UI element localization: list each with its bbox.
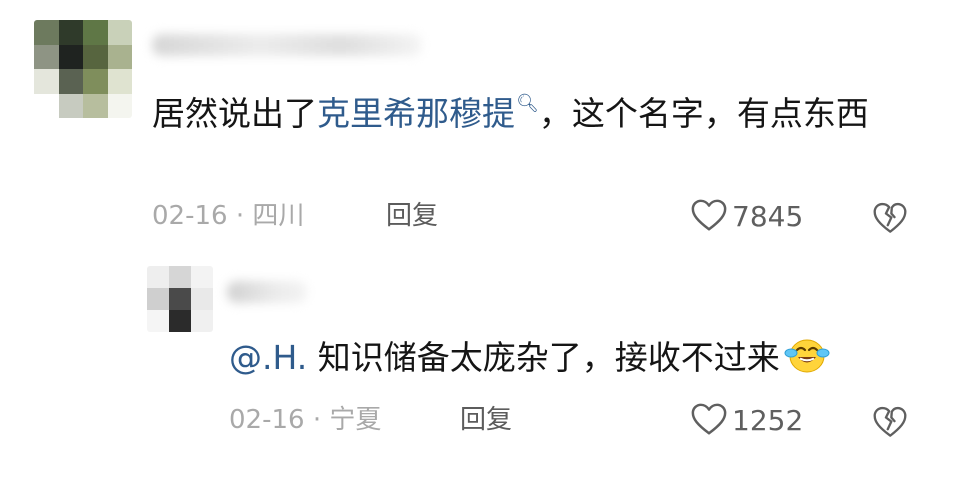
broken-heart-icon[interactable] <box>872 404 908 440</box>
reply-button[interactable]: 回复 <box>386 199 438 233</box>
mention-link[interactable]: @.H. <box>229 338 307 377</box>
heart-outline-icon <box>691 199 727 231</box>
comment-text-part: ，这个名字，有点东西 <box>538 94 869 133</box>
like-count: 7845 <box>732 199 804 233</box>
comment-text: 居然说出了克里希那穆提🔍︎，这个名字，有点东西 <box>152 80 912 138</box>
heart-outline-icon <box>691 403 727 435</box>
like-count: 1252 <box>732 403 804 437</box>
reply-date: 02-16 <box>229 405 305 435</box>
comment-date: 02-16 <box>152 201 228 231</box>
reply-location: 宁夏 <box>329 405 382 435</box>
reply-meta: 02-16 · 宁夏 <box>229 403 381 437</box>
reply-text-part: 知识储备太庞杂了，接收不过来 <box>307 338 780 377</box>
commenter-avatar[interactable] <box>34 20 132 118</box>
broken-heart-icon[interactable] <box>872 200 908 236</box>
like-button[interactable]: 7845 <box>690 197 803 235</box>
meta-separator: · <box>235 201 245 231</box>
crying-laughing-emoji <box>784 339 830 373</box>
reply-button[interactable]: 回复 <box>460 403 512 437</box>
search-link[interactable]: 克里希那穆提🔍︎ <box>317 93 539 133</box>
reply-avatar[interactable] <box>147 266 213 332</box>
comment-text-part: 居然说出了 <box>152 94 317 133</box>
reply-username-blurred[interactable] <box>227 281 307 303</box>
comment-meta: 02-16 · 四川 <box>152 199 304 233</box>
commenter-username-blurred[interactable] <box>152 34 422 56</box>
search-link-label: 克里希那穆提 <box>317 94 515 133</box>
search-icon: 🔍︎ <box>516 93 539 114</box>
reply-text: @.H. 知识储备太庞杂了，接收不过来 <box>229 334 929 382</box>
comment-location: 四川 <box>252 201 305 231</box>
like-button[interactable]: 1252 <box>690 401 803 439</box>
meta-separator: · <box>312 405 322 435</box>
